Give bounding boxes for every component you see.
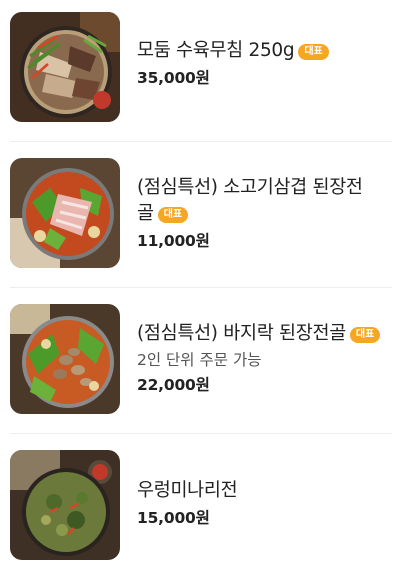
menu-item-image [10,304,120,414]
menu-item-clam-hotpot[interactable]: (점심특선) 바지락 된장전골 대표 2인 단위 주문 가능 22,000원 [0,304,402,414]
menu-item-name: 모둠 수육무침 250g 대표 [137,38,394,64]
menu-item-name-text: 골 [137,203,154,224]
menu-item-minari-pancake[interactable]: 우렁미나리전 15,000원 [0,450,402,560]
divider [10,287,392,288]
menu-item-info: (점심특선) 바지락 된장전골 대표 2인 단위 주문 가능 22,000원 [137,321,394,396]
signature-badge: 대표 [298,44,329,60]
menu-item-price: 35,000원 [137,69,210,87]
menu-item-price: 11,000원 [137,232,210,250]
menu-item-image [10,158,120,268]
menu-item-boiled-pork[interactable]: 모둠 수육무침 250g 대표 35,000원 [0,12,402,122]
menu-item-name-line2: 골 대표 [137,201,394,227]
divider [10,141,392,142]
divider [10,433,392,434]
menu-item-info: 우렁미나리전 15,000원 [137,478,394,529]
signature-badge: 대표 [349,327,381,343]
menu-item-price: 22,000원 [137,376,210,394]
menu-item-price: 15,000원 [137,509,210,527]
menu-item-name: (점심특선) 소고기삼겹 된장전 [137,177,363,198]
menu-item-beef-hotpot[interactable]: (점심특선) 소고기삼겹 된장전 골 대표 11,000원 [0,158,402,268]
menu-list: 모둠 수육무침 250g대표 35,000원 (점심특선) 소고기삼겹 된장전 [0,0,402,571]
menu-item-name: 우렁미나리전 [137,480,238,501]
snail-minari-pancake-icon [10,450,120,560]
clam-doenjang-hotpot-icon [10,304,120,414]
menu-item-image [10,450,120,560]
menu-item-description: 2인 단위 주문 가능 [137,351,262,369]
menu-item-name: (점심특선) 바지락 된장전골 대표 [137,321,394,347]
boiled-pork-salad-icon [10,12,120,122]
menu-item-name-text: (점심특선) 바지락 된장전골 [137,323,346,344]
menu-item-info: (점심특선) 소고기삼겹 된장전 골 대표 11,000원 [137,175,394,252]
menu-item-info: 모둠 수육무침 250g 대표 35,000원 [137,38,394,89]
menu-item-name-text: 모둠 수육무침 250g [137,40,295,61]
signature-badge: 대표 [157,207,189,223]
menu-item-image [10,12,120,122]
beef-doenjang-hotpot-icon [10,158,120,268]
